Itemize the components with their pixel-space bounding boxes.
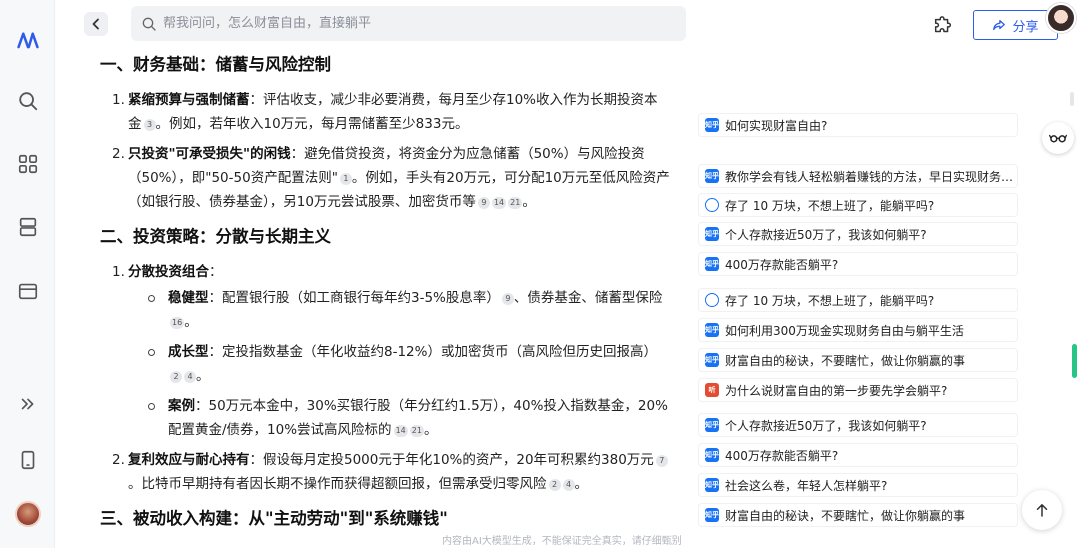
citation-badge[interactable]: 14 xyxy=(491,197,507,209)
citation-badge[interactable]: 4 xyxy=(562,479,575,491)
ai-disclaimer: 内容由AI大模型生成，不能保证完全真实，请仔细甄别 xyxy=(442,536,682,547)
left-sidebar xyxy=(0,0,55,548)
zhihu-icon: 知乎 xyxy=(705,448,719,462)
zhihu-icon: 知乎 xyxy=(705,418,719,432)
sidebar-search[interactable] xyxy=(14,87,42,115)
share-icon xyxy=(993,19,1006,31)
plugin-button[interactable] xyxy=(931,14,955,38)
card-icon xyxy=(18,283,38,300)
sub-list-item: 稳健型：配置银行股（如工商银行每年约3-5%股息率） 9 、债券基金、储蓄型保险16… xyxy=(144,286,670,334)
reference-item[interactable]: 知乎 教你学会有钱人轻松躺着赚钱的方法，早日实现财务… xyxy=(698,164,1018,188)
reference-item[interactable]: 知乎 400万存款能否躺平? xyxy=(698,252,1018,276)
section-title: 三、被动收入构建：从"主动劳动"到"系统赚钱" xyxy=(100,509,448,528)
reference-item[interactable]: 知乎 个人存款接近50万了，我该如何躺平? xyxy=(698,413,1018,437)
share-label: 分享 xyxy=(1012,19,1039,35)
answer-content: 一、财务基础：储蓄与风险控制 1. 紧缩预算与强制储蓄：评估收支，减少非必要消费… xyxy=(100,50,670,542)
citation-badge[interactable]: 21 xyxy=(409,425,424,437)
list-item: 2. 只投资"可承受损失"的闲钱：避免借贷投资，将资金分为应急储蓄（50%）与风… xyxy=(112,146,670,210)
scroll-to-top-button[interactable] xyxy=(1022,490,1062,530)
zhihu-icon: 知乎 xyxy=(705,323,719,337)
app-logo[interactable] xyxy=(14,26,42,54)
scrollbar-top[interactable] xyxy=(1070,92,1074,106)
zhihu-icon: 知乎 xyxy=(705,353,719,367)
listen-icon: 听 xyxy=(705,383,719,397)
logo-icon xyxy=(17,32,39,49)
zhihu-icon: 知乎 xyxy=(705,169,719,183)
sidebar-expand[interactable] xyxy=(14,390,42,418)
citation-badge[interactable]: 14 xyxy=(393,425,408,437)
source-icon xyxy=(705,293,719,307)
reference-item[interactable]: 存了 10 万块，不想上班了，能躺平吗? xyxy=(698,288,1018,312)
citation-badge[interactable]: 16 xyxy=(170,317,185,329)
sub-list-item: 案例：50万元本金中，30%买银行股（年分红约1.5万），40%投入指数基金，2… xyxy=(144,394,670,442)
section-title: 二、投资策略：分散与长期主义 xyxy=(100,227,331,246)
citation-badge[interactable]: 7 xyxy=(655,455,668,467)
layers-icon xyxy=(19,217,37,237)
list-item: 1. 紧缩预算与强制储蓄：评估收支，减少非必要消费，每月至少存10%收入作为长期… xyxy=(112,92,658,132)
sidebar-mobile[interactable] xyxy=(14,446,42,474)
zhihu-icon: 知乎 xyxy=(705,508,719,522)
user-avatar[interactable] xyxy=(1046,3,1076,33)
source-icon xyxy=(705,198,719,212)
reference-item[interactable]: 知乎 社会这么卷，年轻人怎样躺平? xyxy=(698,473,1018,497)
search-input[interactable] xyxy=(163,16,663,31)
search-icon xyxy=(19,92,38,111)
citation-badge[interactable]: 1 xyxy=(339,173,352,185)
puzzle-icon xyxy=(934,16,952,33)
sidebar-wallet[interactable] xyxy=(14,277,42,305)
section-title: 一、财务基础：储蓄与风险控制 xyxy=(100,55,331,74)
zhihu-icon: 知乎 xyxy=(705,118,719,132)
reference-item[interactable]: 知乎 如何实现财富自由? xyxy=(698,113,1018,137)
reference-item[interactable]: 知乎 财富自由的秘诀，不要瞎忙，做让你躺赢的事 xyxy=(698,348,1018,372)
scrollbar-thumb[interactable] xyxy=(1072,344,1077,378)
citation-badge[interactable]: 4 xyxy=(184,371,196,383)
citation-badge[interactable]: 21 xyxy=(508,197,523,209)
reference-item[interactable]: 知乎 个人存款接近50万了，我该如何躺平? xyxy=(698,222,1018,246)
search-icon xyxy=(142,17,156,31)
glasses-icon xyxy=(1049,134,1067,143)
citation-badge[interactable]: 2 xyxy=(548,479,561,491)
reference-item[interactable]: 存了 10 万块，不想上班了，能躺平吗? xyxy=(698,193,1018,217)
search-bar xyxy=(131,6,686,41)
list-item: 2. 复利效应与耐心持有：假设每月定投5000元于年化10%的资产，20年可积累… xyxy=(112,448,670,496)
list-item: 1. 分散投资组合： 稳健型：配置银行股（如工商银行每年约3-5%股息率） 9 、债… xyxy=(112,260,670,442)
reading-mode-button[interactable] xyxy=(1042,122,1074,154)
zhihu-icon: 知乎 xyxy=(705,227,719,241)
sub-list-item: 成长型：定投指数基金（年化收益约8-12%）或加密货币（高风险但历史回报高）2 4… xyxy=(144,340,670,388)
citation-badge[interactable]: 3 xyxy=(143,119,156,131)
section-financial-basics: 一、财务基础：储蓄与风险控制 1. 紧缩预算与强制储蓄：评估收支，减少非必要消费… xyxy=(100,50,670,214)
reference-item[interactable]: 知乎 400万存款能否躺平? xyxy=(698,443,1018,467)
reference-item[interactable]: 知乎 财富自由的秘诀，不要瞎忙，做让你躺赢的事 xyxy=(698,503,1018,527)
sidebar-apps[interactable] xyxy=(14,150,42,178)
zhihu-icon: 知乎 xyxy=(705,257,719,271)
reference-item[interactable]: 听为什么说财富自由的第一步要先学会躺平? xyxy=(698,378,1018,402)
chevron-left-icon xyxy=(92,18,99,30)
double-chevron-right-icon xyxy=(21,398,34,410)
avatar xyxy=(15,501,41,527)
sidebar-library[interactable] xyxy=(14,213,42,241)
phone-icon xyxy=(21,450,35,470)
reference-item[interactable]: 知乎 如何利用300万现金实现财务自由与躺平生活 xyxy=(698,318,1018,342)
section-passive-income: 三、被动收入构建：从"主动劳动"到"系统赚钱" xyxy=(100,504,670,534)
zhihu-icon: 知乎 xyxy=(705,478,719,492)
arrow-up-icon xyxy=(1036,504,1048,517)
citation-badge[interactable]: 2 xyxy=(170,371,182,383)
section-investment-strategy: 二、投资策略：分散与长期主义 1. 分散投资组合： 稳健型：配置银行股（如工商银… xyxy=(100,222,670,496)
back-button[interactable] xyxy=(84,12,108,36)
grid-icon xyxy=(18,154,38,174)
citation-badge[interactable]: 9 xyxy=(501,293,514,305)
sidebar-profile[interactable] xyxy=(14,500,42,528)
citation-badge[interactable]: 9 xyxy=(477,197,490,209)
